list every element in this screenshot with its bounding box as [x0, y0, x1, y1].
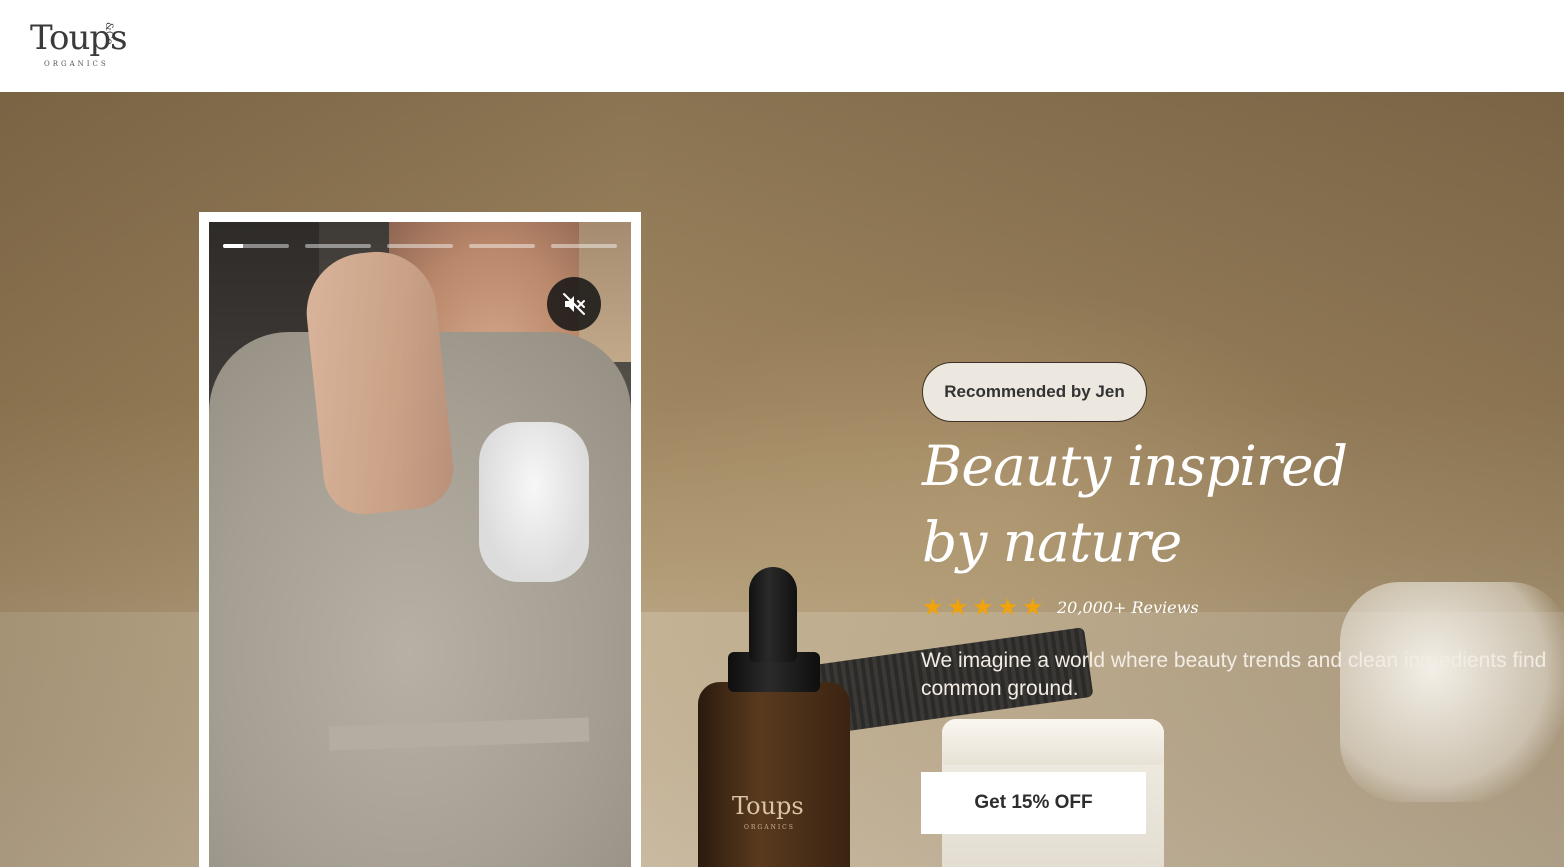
star-icon: ★: [922, 594, 944, 621]
serum-bottle-body: [698, 682, 850, 867]
hero-description: We imagine a world where beauty trends a…: [921, 649, 1547, 700]
site-header: Toups &Co. ORGANICS: [0, 0, 1564, 92]
star-rating: ★ ★ ★ ★ ★: [922, 594, 1044, 621]
get-discount-button[interactable]: Get 15% OFF: [921, 772, 1146, 834]
story-video-top: [479, 422, 589, 582]
star-icon: ★: [997, 594, 1019, 621]
brand-logo-tagline: ORGANICS: [44, 60, 109, 68]
story-video-card[interactable]: [199, 212, 641, 867]
reviews-count[interactable]: 20,000+ Reviews: [1057, 598, 1199, 617]
brand-logo-co: &Co.: [103, 22, 114, 48]
story-progress-segment[interactable]: [551, 244, 617, 248]
story-video[interactable]: [209, 222, 631, 867]
story-progress-segment[interactable]: [387, 244, 453, 248]
story-progress-segment[interactable]: [223, 244, 289, 248]
story-progress-bar: [223, 244, 617, 248]
story-progress-segment[interactable]: [305, 244, 371, 248]
star-icon: ★: [1022, 594, 1044, 621]
rating-summary[interactable]: ★ ★ ★ ★ ★ 20,000+ Reviews: [922, 594, 1199, 621]
story-progress-segment[interactable]: [469, 244, 535, 248]
hero-section: Toups ORGANICS Recommended by Jen Beauty…: [0, 92, 1564, 867]
speaker-muted-icon: [563, 293, 585, 315]
star-icon: ★: [947, 594, 969, 621]
star-icon: ★: [972, 594, 994, 621]
hero-headline-line-1: Beauty inspired: [922, 434, 1348, 498]
hero-headline-line-2: by nature: [922, 510, 1182, 574]
mute-toggle-button[interactable]: [547, 277, 601, 331]
serum-bottle-dropper: [749, 567, 797, 662]
hero-headline: Beauty inspired by nature: [922, 428, 1482, 580]
serum-bottle-label-sub: ORGANICS: [744, 824, 795, 831]
recommended-badge: Recommended by Jen: [922, 362, 1147, 422]
serum-bottle-label: Toups: [732, 792, 804, 820]
story-progress-fill: [223, 244, 243, 248]
brand-logo[interactable]: Toups &Co. ORGANICS: [30, 18, 140, 70]
jar-lid-decoration: [942, 719, 1164, 765]
